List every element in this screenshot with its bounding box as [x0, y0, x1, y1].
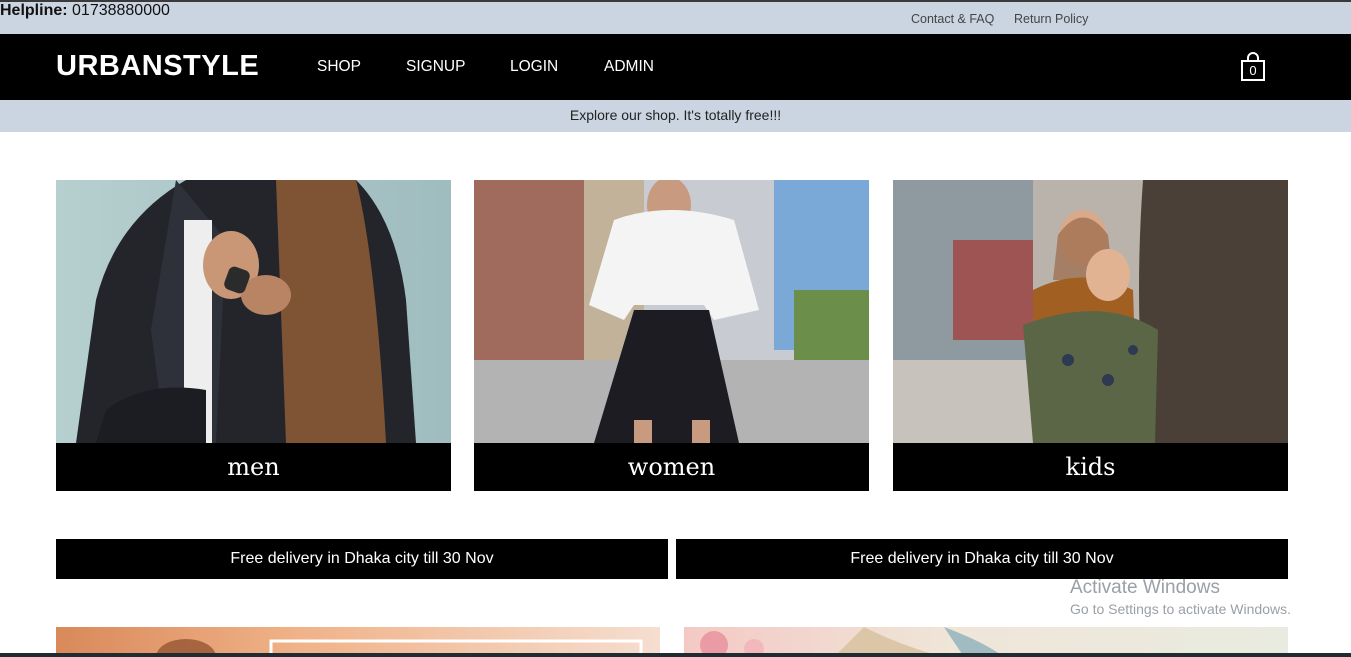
category-card-men[interactable]: men — [56, 180, 451, 491]
category-card-women[interactable]: women — [474, 180, 869, 491]
promo-strip: Explore our shop. It's totally free!!! — [0, 100, 1351, 132]
category-image-kids[interactable] — [893, 180, 1288, 443]
nav-admin-link[interactable]: ADMIN — [604, 58, 654, 76]
main-navbar: URBANSTYLE SHOP SIGNUP LOGIN ADMIN 0 — [0, 34, 1351, 100]
nav-shop-link[interactable]: SHOP — [317, 58, 361, 76]
category-image-women[interactable] — [474, 180, 869, 443]
cart-button[interactable]: 0 — [1240, 52, 1266, 82]
watermark-title: Activate Windows — [1070, 577, 1220, 598]
helpline-number: 01738880000 — [72, 2, 170, 19]
category-label-men[interactable]: men — [56, 443, 451, 491]
nav-login-link[interactable]: LOGIN — [510, 58, 558, 76]
return-policy-link[interactable]: Return Policy — [1014, 12, 1088, 26]
offer-banner-left[interactable]: Free delivery in Dhaka city till 30 Nov — [56, 539, 668, 579]
nav-signup-link[interactable]: SIGNUP — [406, 58, 465, 76]
page-bottom-edge — [0, 653, 1351, 657]
helpline-label: Helpline: — [0, 2, 68, 19]
category-label-kids[interactable]: kids — [893, 443, 1288, 491]
helpline-info: Helpline: 01738880000 — [0, 2, 170, 19]
category-card-kids[interactable]: kids — [893, 180, 1288, 491]
windows-activation-watermark: Activate Windows Go to Settings to activ… — [1070, 577, 1291, 617]
top-utility-bar: Contact & FAQ Return Policy Helpline: 01… — [0, 0, 1351, 34]
watermark-subtitle: Go to Settings to activate Windows. — [1070, 601, 1291, 617]
category-label-women[interactable]: women — [474, 443, 869, 491]
category-image-men[interactable] — [56, 180, 451, 443]
site-logo[interactable]: URBANSTYLE — [56, 50, 259, 83]
cart-count-badge: 0 — [1249, 63, 1257, 78]
contact-faq-link[interactable]: Contact & FAQ — [911, 12, 994, 26]
offer-banner-right[interactable]: Free delivery in Dhaka city till 30 Nov — [676, 539, 1288, 579]
